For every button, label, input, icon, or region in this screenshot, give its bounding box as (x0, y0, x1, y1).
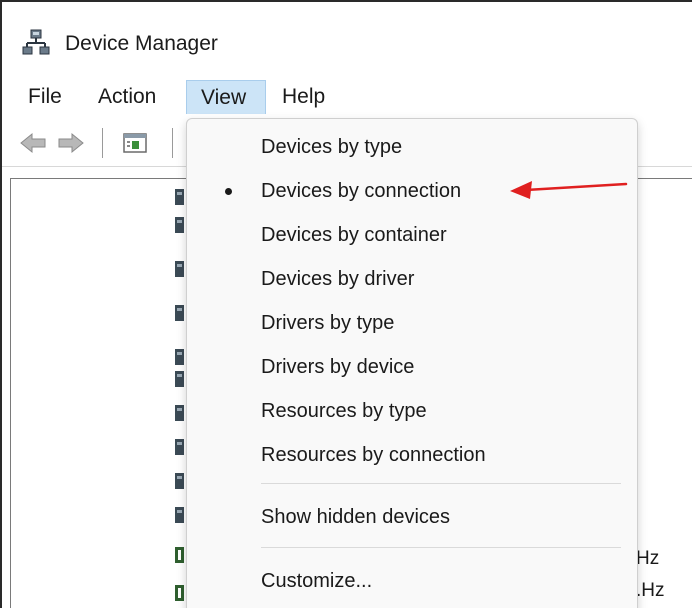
menu-item-devices-by-type[interactable]: Devices by type (187, 127, 637, 167)
menu-bar: File Action View Help (2, 72, 692, 118)
menu-item-resources-by-type[interactable]: Resources by type (187, 391, 637, 431)
device-node-icon[interactable] (175, 405, 184, 421)
device-node-icon[interactable] (175, 261, 184, 277)
display-adapter-icon[interactable] (175, 547, 184, 563)
menu-item-label: Devices by connection (261, 180, 462, 202)
properties-icon[interactable] (118, 128, 152, 158)
device-node-icon[interactable] (175, 439, 184, 455)
device-node-icon[interactable] (175, 507, 184, 523)
menu-item-devices-by-container[interactable]: Devices by container (187, 215, 637, 255)
toolbar-separator (172, 128, 173, 158)
window-title: Device Manager (65, 32, 218, 55)
menu-item-show-hidden-devices[interactable]: Show hidden devices (187, 497, 637, 537)
device-manager-icon (22, 29, 50, 55)
menu-item-drivers-by-device[interactable]: Drivers by device (187, 347, 637, 387)
device-node-icon[interactable] (175, 217, 184, 233)
menu-item-label: Devices by container (261, 224, 447, 246)
menu-item-label: Customize... (261, 570, 373, 592)
toolbar-separator (102, 128, 103, 158)
tree-item-text-fragment: Hz (636, 548, 660, 569)
display-adapter-icon[interactable] (175, 585, 184, 601)
device-node-icon[interactable] (175, 305, 184, 321)
device-node-icon[interactable] (175, 349, 184, 365)
menu-item-label: Devices by type (261, 136, 403, 158)
device-node-icon[interactable] (175, 473, 184, 489)
menu-item-label: Drivers by device (261, 356, 415, 378)
title-bar: Device Manager (2, 2, 692, 70)
menu-item-devices-by-driver[interactable]: Devices by driver (187, 259, 637, 299)
forward-arrow-icon[interactable] (56, 128, 86, 158)
device-node-icon[interactable] (175, 189, 184, 205)
device-node-icon[interactable] (175, 371, 184, 387)
menu-item-resources-by-connection[interactable]: Resources by connection (187, 435, 637, 475)
back-arrow-icon[interactable] (18, 128, 48, 158)
menu-file[interactable]: File (20, 80, 70, 114)
selected-bullet-icon (225, 188, 232, 195)
menu-item-label: Drivers by type (261, 312, 395, 334)
tree-item-text-fragment: .Hz (636, 580, 665, 601)
menu-view[interactable]: View (186, 80, 266, 114)
menu-item-label: Devices by driver (261, 268, 415, 290)
menu-separator (261, 483, 621, 484)
menu-item-customize[interactable]: Customize... (187, 561, 637, 601)
annotation-arrow-icon (510, 181, 628, 199)
menu-item-label: Resources by connection (261, 444, 486, 466)
menu-help[interactable]: Help (274, 80, 333, 114)
menu-item-label: Show hidden devices (261, 506, 451, 528)
menu-separator (261, 547, 621, 548)
menu-item-label: Resources by type (261, 400, 427, 422)
menu-action[interactable]: Action (90, 80, 164, 114)
menu-item-drivers-by-type[interactable]: Drivers by type (187, 303, 637, 343)
device-manager-window: Device Manager File Action View Help Hz … (0, 0, 692, 608)
